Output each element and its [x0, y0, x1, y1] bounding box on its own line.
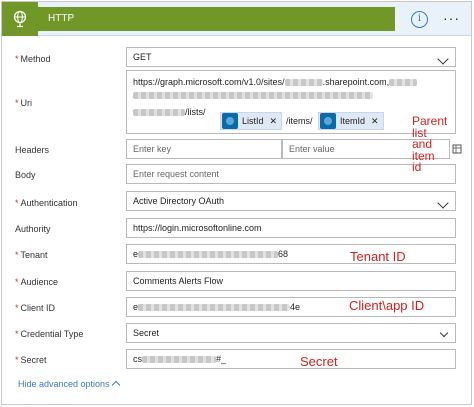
chevron-down-icon [439, 328, 449, 338]
action-title[interactable]: HTTP [38, 7, 395, 31]
authority-input[interactable]: https://login.microsoftonline.com [126, 218, 456, 238]
client-id-annotation: Client\app ID [349, 298, 425, 313]
remove-token-icon[interactable]: ✕ [270, 116, 278, 127]
dynamic-token-listid[interactable]: ListId ✕ [220, 112, 283, 130]
body-input[interactable]: Enter request content [126, 164, 456, 184]
parent-list-annotation: Parent list and item id [412, 116, 448, 174]
method-dropdown[interactable]: GET [126, 47, 456, 67]
chevron-up-icon [111, 380, 120, 390]
tenant-input[interactable]: e 68 [126, 244, 456, 264]
action-header[interactable]: HTTP i ··· [2, 2, 471, 36]
sharepoint-icon [222, 113, 238, 129]
header-key-input[interactable]: Enter key [126, 139, 282, 159]
more-options-icon[interactable]: ··· [443, 10, 460, 26]
secret-label: * Secret [15, 355, 47, 365]
audience-input[interactable]: Comments Alerts Flow [126, 271, 456, 291]
globe-icon [2, 2, 38, 36]
headers-label: Headers [15, 145, 50, 155]
secret-input[interactable]: cs #_ [126, 349, 456, 369]
credential-type-dropdown[interactable]: Secret [126, 323, 456, 343]
uri-label: * Uri [15, 98, 33, 108]
chevron-down-icon [437, 53, 449, 65]
credential-type-value: Secret [133, 328, 160, 338]
info-icon[interactable]: i [411, 11, 428, 28]
authentication-value: Active Directory OAuth [133, 196, 225, 206]
secret-annotation: Secret [300, 354, 338, 369]
http-action-card: HTTP i ··· * Method GET * Uri https://grap… [1, 1, 472, 405]
remove-token-icon[interactable]: ✕ [371, 116, 379, 127]
switch-mode-icon[interactable] [452, 144, 462, 154]
method-value: GET [133, 52, 152, 62]
hide-advanced-options-link[interactable]: Hide advanced options [18, 379, 120, 390]
authentication-label: * Authentication [15, 198, 78, 208]
credential-type-label: * Credential Type [15, 329, 84, 339]
body-label: Body [15, 170, 36, 180]
uri-items-segment: /items/ [286, 116, 313, 126]
tenant-annotation: Tenant ID [350, 249, 406, 264]
authentication-dropdown[interactable]: Active Directory OAuth [126, 191, 456, 211]
audience-label: * Audience [15, 277, 59, 287]
method-label: * Method [15, 54, 51, 64]
tenant-label: * Tenant [15, 250, 48, 260]
chevron-down-icon [437, 197, 449, 209]
authority-label: Authority [15, 224, 51, 234]
client-id-label: * Client ID [15, 303, 56, 313]
dynamic-token-itemid[interactable]: ItemId ✕ [318, 112, 384, 130]
sharepoint-icon [320, 113, 336, 129]
